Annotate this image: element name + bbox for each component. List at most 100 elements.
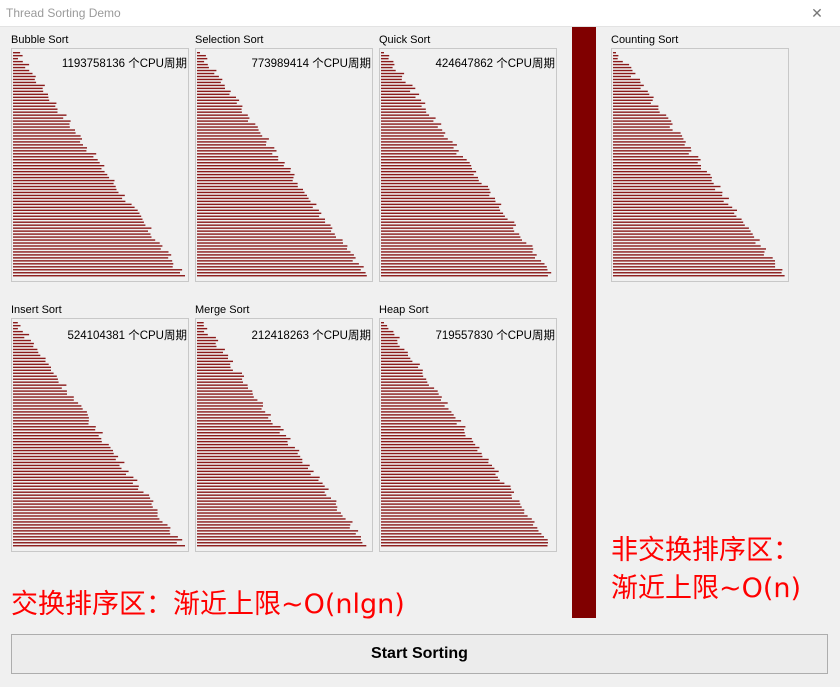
bar [197,179,293,182]
bar [13,206,135,209]
bar [13,200,126,203]
bar [197,212,322,214]
bar [613,78,640,81]
bar [197,78,223,81]
bar [13,126,70,128]
bar [381,393,439,395]
bar [381,381,428,383]
bar [13,185,116,188]
bar [13,432,103,434]
bar [613,138,684,140]
bar [197,345,217,348]
bar [197,417,269,419]
panel-label: Heap Sort [379,304,429,316]
panel-insert-sort: Insert Sort 524104381 个CPU周期 [11,304,189,552]
bar [381,90,411,93]
bar [381,497,512,499]
bar [381,218,508,220]
bar [197,209,319,212]
bar [197,182,298,185]
bar [381,396,442,398]
bar [197,66,209,69]
bar [13,78,35,81]
start-sorting-button[interactable]: Start Sorting [11,634,828,674]
bar [197,165,284,167]
bar [197,333,208,336]
region-divider [572,27,596,618]
bar [381,185,488,188]
bar [13,402,79,404]
bar [13,426,96,428]
bar [197,275,367,277]
bar [197,120,248,122]
bar [13,327,18,330]
bar [381,336,400,339]
bar [197,539,361,541]
bar [13,72,33,75]
bar [197,432,280,434]
bar [197,185,298,188]
cpu-cycles-readout: 524104381 个CPU周期 [67,330,187,342]
bar [197,54,206,57]
bar [13,533,171,535]
bar [381,173,474,176]
bar [381,272,552,274]
bar [381,153,457,155]
panel-label: Selection Sort [195,34,264,46]
bar [13,372,54,374]
bar [381,150,459,152]
bar [381,129,443,131]
bar [381,87,416,90]
bar [197,69,217,72]
bar [13,473,126,476]
bar [381,52,384,54]
bar [13,369,51,371]
bar [381,506,522,508]
bar [13,230,148,232]
bar [13,269,183,271]
sorted-bars-plot [195,48,373,282]
bar [197,239,343,241]
bar [381,372,423,374]
bar [197,464,310,467]
bar [197,351,223,354]
bar [13,488,139,490]
bar [13,330,23,333]
bar [381,324,388,327]
bar [13,509,158,511]
bar [613,191,723,194]
bar [381,132,446,134]
bar [613,135,683,137]
bar [381,322,384,324]
bar [381,54,390,57]
bar [13,57,18,60]
bar [197,96,236,99]
bar [197,440,288,443]
bar [197,357,228,360]
bar [13,491,144,493]
bar [381,470,499,473]
sorted-bars-plot [379,48,557,282]
bar [613,260,775,262]
close-icon[interactable]: ✕ [794,0,840,26]
bar [13,375,57,377]
bar [13,324,21,327]
bar [381,135,444,137]
bar [197,458,303,461]
bar [197,378,243,380]
bar [197,102,237,104]
bar [197,84,225,87]
sorted-bars-plot [379,318,557,552]
bar [381,339,398,342]
bar [197,203,317,206]
bar [381,536,544,538]
bar [613,209,737,212]
bar [13,159,98,161]
bar [381,147,454,149]
bar [197,81,221,84]
bar [381,111,427,113]
bar [197,470,314,473]
bar [13,215,142,217]
bar [381,108,426,110]
bar [381,545,548,547]
